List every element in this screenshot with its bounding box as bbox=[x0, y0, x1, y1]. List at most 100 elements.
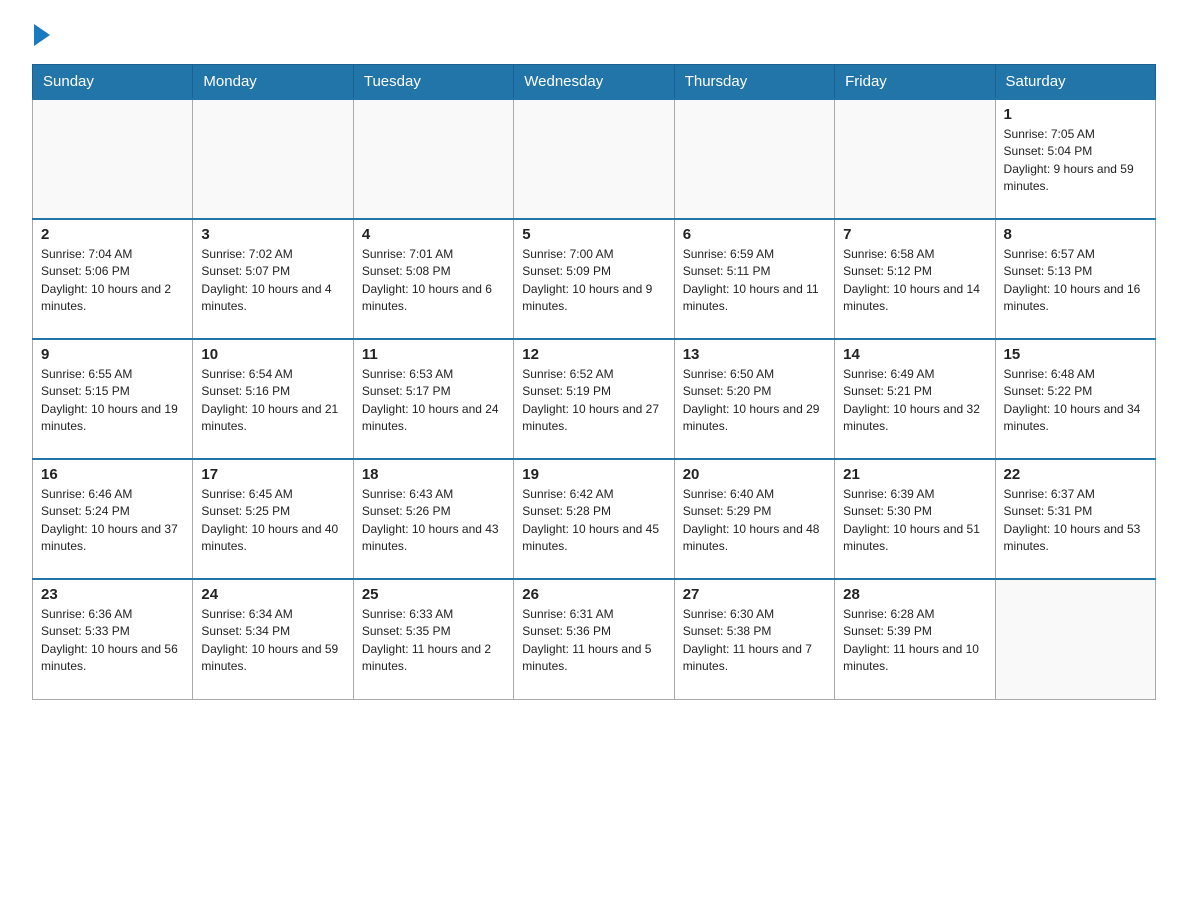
day-number: 21 bbox=[843, 466, 986, 483]
day-number: 25 bbox=[362, 586, 505, 603]
calendar-cell: 25 Sunrise: 6:33 AM Sunset: 5:35 PM Dayli… bbox=[353, 579, 513, 699]
weekday-header-sunday: Sunday bbox=[33, 65, 193, 100]
calendar-cell: 10 Sunrise: 6:54 AM Sunset: 5:16 PM Dayli… bbox=[193, 339, 353, 459]
calendar-cell: 2 Sunrise: 7:04 AM Sunset: 5:06 PM Daylig… bbox=[33, 219, 193, 339]
calendar-cell: 1 Sunrise: 7:05 AM Sunset: 5:04 PM Daylig… bbox=[995, 99, 1155, 219]
logo bbox=[32, 24, 50, 46]
calendar-cell bbox=[353, 99, 513, 219]
day-info: Sunrise: 7:02 AM Sunset: 5:07 PM Dayligh… bbox=[201, 246, 344, 316]
day-info: Sunrise: 7:04 AM Sunset: 5:06 PM Dayligh… bbox=[41, 246, 184, 316]
calendar-cell: 7 Sunrise: 6:58 AM Sunset: 5:12 PM Daylig… bbox=[835, 219, 995, 339]
page-header bbox=[32, 24, 1156, 46]
day-number: 22 bbox=[1004, 466, 1147, 483]
calendar-cell: 27Sunrise: 6:30 AM Sunset: 5:38 PM Dayli… bbox=[674, 579, 834, 699]
day-number: 2 bbox=[41, 226, 184, 243]
day-info: Sunrise: 6:34 AM Sunset: 5:34 PM Dayligh… bbox=[201, 606, 344, 676]
day-info: Sunrise: 6:46 AM Sunset: 5:24 PM Dayligh… bbox=[41, 486, 184, 556]
calendar-cell: 20 Sunrise: 6:40 AM Sunset: 5:29 PM Dayli… bbox=[674, 459, 834, 579]
calendar-cell: 12 Sunrise: 6:52 AM Sunset: 5:19 PM Dayli… bbox=[514, 339, 674, 459]
calendar-cell bbox=[835, 99, 995, 219]
day-number: 7 bbox=[843, 226, 986, 243]
weekday-header-saturday: Saturday bbox=[995, 65, 1155, 100]
day-info: Sunrise: 6:55 AM Sunset: 5:15 PM Dayligh… bbox=[41, 366, 184, 436]
day-info: Sunrise: 6:45 AM Sunset: 5:25 PM Dayligh… bbox=[201, 486, 344, 556]
day-info: Sunrise: 6:53 AM Sunset: 5:17 PM Dayligh… bbox=[362, 366, 505, 436]
day-number: 4 bbox=[362, 226, 505, 243]
day-number: 26 bbox=[522, 586, 665, 603]
day-info: Sunrise: 6:39 AM Sunset: 5:30 PM Dayligh… bbox=[843, 486, 986, 556]
calendar-table: SundayMondayTuesdayWednesdayThursdayFrid… bbox=[32, 64, 1156, 700]
day-info: Sunrise: 6:36 AM Sunset: 5:33 PM Dayligh… bbox=[41, 606, 184, 676]
day-number: 24 bbox=[201, 586, 344, 603]
calendar-cell: 14 Sunrise: 6:49 AM Sunset: 5:21 PM Dayli… bbox=[835, 339, 995, 459]
day-info: Sunrise: 6:48 AM Sunset: 5:22 PM Dayligh… bbox=[1004, 366, 1147, 436]
day-info: Sunrise: 7:00 AM Sunset: 5:09 PM Dayligh… bbox=[522, 246, 665, 316]
day-number: 6 bbox=[683, 226, 826, 243]
week-row-5: 23 Sunrise: 6:36 AM Sunset: 5:33 PM Dayli… bbox=[33, 579, 1156, 699]
day-number: 14 bbox=[843, 346, 986, 363]
day-number: 12 bbox=[522, 346, 665, 363]
day-info: Sunrise: 6:58 AM Sunset: 5:12 PM Dayligh… bbox=[843, 246, 986, 316]
day-info: Sunrise: 6:43 AM Sunset: 5:26 PM Dayligh… bbox=[362, 486, 505, 556]
logo-arrow-icon bbox=[34, 24, 50, 46]
week-row-1: 1 Sunrise: 7:05 AM Sunset: 5:04 PM Daylig… bbox=[33, 99, 1156, 219]
day-info: Sunrise: 6:50 AM Sunset: 5:20 PM Dayligh… bbox=[683, 366, 826, 436]
day-info: Sunrise: 6:57 AM Sunset: 5:13 PM Dayligh… bbox=[1004, 246, 1147, 316]
calendar-cell: 22 Sunrise: 6:37 AM Sunset: 5:31 PM Dayli… bbox=[995, 459, 1155, 579]
day-info: Sunrise: 7:01 AM Sunset: 5:08 PM Dayligh… bbox=[362, 246, 505, 316]
calendar-cell: 3 Sunrise: 7:02 AM Sunset: 5:07 PM Daylig… bbox=[193, 219, 353, 339]
day-number: 5 bbox=[522, 226, 665, 243]
day-number: 19 bbox=[522, 466, 665, 483]
day-info: Sunrise: 6:31 AM Sunset: 5:36 PM Dayligh… bbox=[522, 606, 665, 676]
day-number: 1 bbox=[1004, 106, 1147, 123]
day-info: Sunrise: 6:52 AM Sunset: 5:19 PM Dayligh… bbox=[522, 366, 665, 436]
calendar-cell: 26 Sunrise: 6:31 AM Sunset: 5:36 PM Dayli… bbox=[514, 579, 674, 699]
calendar-cell: 24 Sunrise: 6:34 AM Sunset: 5:34 PM Dayli… bbox=[193, 579, 353, 699]
calendar-cell: 16 Sunrise: 6:46 AM Sunset: 5:24 PM Dayli… bbox=[33, 459, 193, 579]
day-number: 15 bbox=[1004, 346, 1147, 363]
calendar-cell: 17 Sunrise: 6:45 AM Sunset: 5:25 PM Dayli… bbox=[193, 459, 353, 579]
day-info: Sunrise: 6:40 AM Sunset: 5:29 PM Dayligh… bbox=[683, 486, 826, 556]
calendar-cell: 11 Sunrise: 6:53 AM Sunset: 5:17 PM Dayli… bbox=[353, 339, 513, 459]
weekday-header-friday: Friday bbox=[835, 65, 995, 100]
calendar-cell bbox=[193, 99, 353, 219]
calendar-cell: 18 Sunrise: 6:43 AM Sunset: 5:26 PM Dayli… bbox=[353, 459, 513, 579]
weekday-header-wednesday: Wednesday bbox=[514, 65, 674, 100]
weekday-header-thursday: Thursday bbox=[674, 65, 834, 100]
day-number: 13 bbox=[683, 346, 826, 363]
day-number: 3 bbox=[201, 226, 344, 243]
day-info: Sunrise: 6:54 AM Sunset: 5:16 PM Dayligh… bbox=[201, 366, 344, 436]
day-number: 9 bbox=[41, 346, 184, 363]
calendar-cell: 5 Sunrise: 7:00 AM Sunset: 5:09 PM Daylig… bbox=[514, 219, 674, 339]
calendar-cell: 8 Sunrise: 6:57 AM Sunset: 5:13 PM Daylig… bbox=[995, 219, 1155, 339]
week-row-4: 16 Sunrise: 6:46 AM Sunset: 5:24 PM Dayli… bbox=[33, 459, 1156, 579]
day-number: 20 bbox=[683, 466, 826, 483]
calendar-cell: 28 Sunrise: 6:28 AM Sunset: 5:39 PM Dayli… bbox=[835, 579, 995, 699]
day-info: Sunrise: 6:42 AM Sunset: 5:28 PM Dayligh… bbox=[522, 486, 665, 556]
day-number: 23 bbox=[41, 586, 184, 603]
calendar-cell bbox=[33, 99, 193, 219]
day-number: 18 bbox=[362, 466, 505, 483]
week-row-3: 9 Sunrise: 6:55 AM Sunset: 5:15 PM Daylig… bbox=[33, 339, 1156, 459]
calendar-cell: 23 Sunrise: 6:36 AM Sunset: 5:33 PM Dayli… bbox=[33, 579, 193, 699]
day-number: 17 bbox=[201, 466, 344, 483]
day-info: Sunrise: 6:28 AM Sunset: 5:39 PM Dayligh… bbox=[843, 606, 986, 676]
calendar-cell: 21 Sunrise: 6:39 AM Sunset: 5:30 PM Dayli… bbox=[835, 459, 995, 579]
day-number: 10 bbox=[201, 346, 344, 363]
calendar-header-row: SundayMondayTuesdayWednesdayThursdayFrid… bbox=[33, 65, 1156, 100]
day-info: Sunrise: 6:49 AM Sunset: 5:21 PM Dayligh… bbox=[843, 366, 986, 436]
day-info: Sunrise: 6:37 AM Sunset: 5:31 PM Dayligh… bbox=[1004, 486, 1147, 556]
day-number: 8 bbox=[1004, 226, 1147, 243]
calendar-cell bbox=[995, 579, 1155, 699]
day-number: 27 bbox=[683, 586, 826, 603]
day-number: 28 bbox=[843, 586, 986, 603]
calendar-cell: 6 Sunrise: 6:59 AM Sunset: 5:11 PM Daylig… bbox=[674, 219, 834, 339]
day-number: 11 bbox=[362, 346, 505, 363]
day-number: 16 bbox=[41, 466, 184, 483]
week-row-2: 2 Sunrise: 7:04 AM Sunset: 5:06 PM Daylig… bbox=[33, 219, 1156, 339]
day-info: Sunrise: 6:59 AM Sunset: 5:11 PM Dayligh… bbox=[683, 246, 826, 316]
calendar-cell bbox=[674, 99, 834, 219]
calendar-cell bbox=[514, 99, 674, 219]
day-info: Sunrise: 6:33 AM Sunset: 5:35 PM Dayligh… bbox=[362, 606, 505, 676]
day-info: Sunrise: 7:05 AM Sunset: 5:04 PM Dayligh… bbox=[1004, 126, 1147, 196]
